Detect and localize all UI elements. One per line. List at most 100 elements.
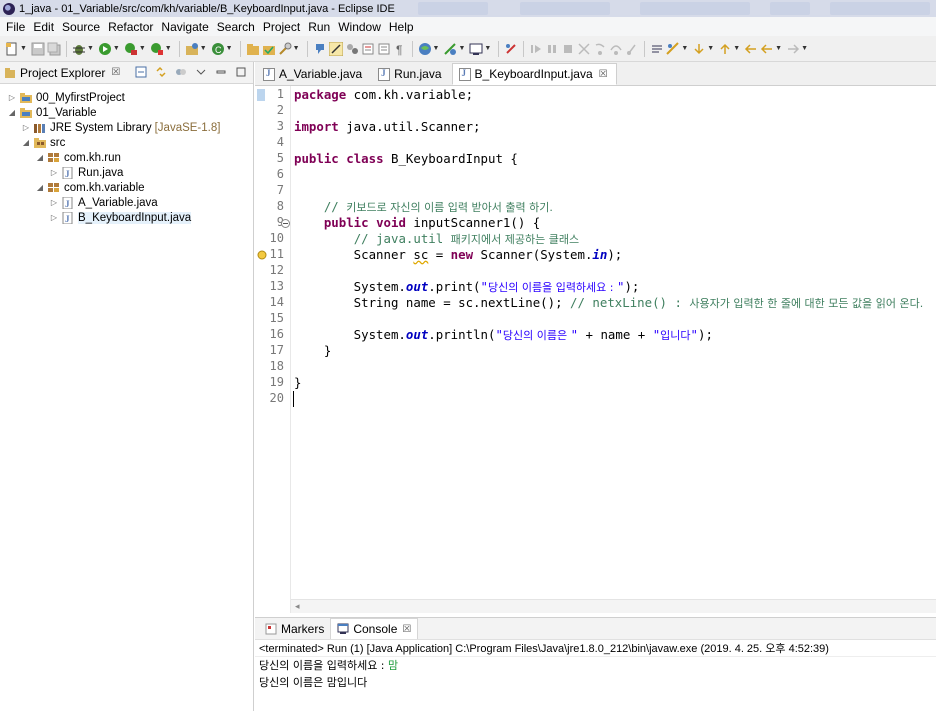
back-icon[interactable]: [760, 42, 774, 56]
next-annotation-dropdown-icon[interactable]: ▼: [707, 45, 714, 52]
code-line[interactable]: }: [294, 375, 301, 391]
view-menu-icon[interactable]: [195, 66, 207, 78]
skip-dropdown-icon[interactable]: ▼: [458, 45, 465, 52]
step-over-icon[interactable]: [609, 42, 623, 56]
menu-file[interactable]: File: [2, 20, 29, 34]
tree-item-01-variable[interactable]: ◢ 01_Variable: [8, 105, 97, 120]
browser-dropdown-icon[interactable]: ▼: [433, 45, 440, 52]
word-wrap-icon[interactable]: [377, 42, 391, 56]
quick-fix-dropdown-icon[interactable]: ▼: [681, 45, 688, 52]
next-annotation-icon[interactable]: [692, 42, 706, 56]
close-console-icon[interactable]: ☒: [402, 624, 411, 635]
menu-project[interactable]: Project: [259, 20, 304, 34]
terminate-icon[interactable]: [561, 42, 575, 56]
fold-toggle-icon[interactable]: [281, 217, 291, 229]
console-tab[interactable]: Console ☒: [330, 618, 419, 639]
editor-tab-b-keyboardinput[interactable]: B_KeyboardInput.java ☒: [451, 63, 617, 85]
toggle-comment-icon[interactable]: [650, 42, 664, 56]
code-line[interactable]: Scanner sc = new Scanner(System.in);: [294, 247, 623, 263]
code-line[interactable]: }: [294, 343, 331, 359]
search-icon[interactable]: [278, 42, 292, 56]
expand-arrow-icon[interactable]: ▷: [50, 168, 58, 177]
menu-source[interactable]: Source: [58, 20, 104, 34]
disconnect-debug-icon[interactable]: [577, 42, 591, 56]
open-task-icon[interactable]: [262, 42, 276, 56]
save-all-icon[interactable]: [47, 42, 61, 56]
editor-tab-run[interactable]: Run.java: [372, 63, 449, 85]
expand-arrow-icon[interactable]: ▷: [50, 198, 58, 207]
step-return-icon[interactable]: [625, 42, 639, 56]
expand-arrow-icon[interactable]: ▷: [22, 123, 30, 132]
coverage-icon[interactable]: [124, 42, 138, 56]
disconnect-icon[interactable]: [504, 42, 518, 56]
annotation-icon[interactable]: [313, 42, 327, 56]
close-view-icon[interactable]: ☒: [111, 67, 120, 78]
tree-item-src[interactable]: ◢ src: [22, 135, 65, 150]
resume-icon[interactable]: [529, 42, 543, 56]
close-tab-icon[interactable]: ☒: [599, 69, 608, 80]
minimize-icon[interactable]: [215, 66, 227, 78]
current-line-marker-icon[interactable]: [257, 89, 267, 101]
toggle-block-selection-icon[interactable]: [345, 42, 359, 56]
tree-item-00-myfirstproject[interactable]: ▷ 00_MyfirstProject: [8, 90, 125, 105]
expand-arrow-icon[interactable]: ▷: [50, 213, 58, 222]
console-display-dropdown-icon[interactable]: ▼: [484, 45, 491, 52]
maximize-icon[interactable]: [235, 66, 247, 78]
console-output-line[interactable]: 당신의 이름은 맘입니다: [255, 674, 936, 691]
code-line[interactable]: // java.util 패키지에서 제공하는 클래스: [294, 231, 579, 247]
save-icon[interactable]: [31, 42, 45, 56]
external-tools-dropdown-icon[interactable]: ▼: [165, 45, 172, 52]
project-explorer-tab[interactable]: Project Explorer: [20, 66, 105, 80]
collapse-arrow-icon[interactable]: ◢: [36, 183, 44, 192]
warning-marker-icon[interactable]: [257, 249, 267, 261]
tree-item-jre-system-library[interactable]: ▷ JRE System Library [JavaSE-1.8]: [22, 120, 221, 135]
new-class-icon[interactable]: C: [211, 42, 225, 56]
horizontal-scrollbar[interactable]: ◂: [291, 599, 936, 613]
toggle-mark-occurrences-icon[interactable]: [328, 41, 343, 56]
menu-window[interactable]: Window: [334, 20, 385, 34]
tree-item-com-kh-variable[interactable]: ◢ com.kh.variable: [36, 180, 145, 195]
new-project-dropdown-icon[interactable]: ▼: [200, 45, 207, 52]
tree-item-b-keyboardinput-java[interactable]: ▷ J B_KeyboardInput.java: [50, 210, 192, 225]
back-dropdown-icon[interactable]: ▼: [775, 45, 782, 52]
code-editor[interactable]: 1 2 3 4 5 6 7 8 9 10 11 12 13 14 15 16 17 18 19 20 package …: [255, 86, 936, 613]
menu-search[interactable]: Search: [213, 20, 259, 34]
markers-tab[interactable]: Markers: [259, 618, 330, 639]
menu-run[interactable]: Run: [304, 20, 334, 34]
code-line[interactable]: // 키보드로 자신의 이름 입력 받아서 출력 하기.: [294, 199, 553, 215]
code-line[interactable]: String name = sc.nextLine(); // netxLine…: [294, 295, 924, 311]
menu-navigate[interactable]: Navigate: [157, 20, 212, 34]
paragraph-icon[interactable]: ¶: [393, 42, 407, 56]
run-icon[interactable]: [98, 42, 112, 56]
code-line[interactable]: import java.util.Scanner;: [294, 119, 481, 135]
code-line[interactable]: System.out.print("당신의 이름을 입력하세요 : ");: [294, 279, 640, 295]
filters-icon[interactable]: [175, 66, 187, 78]
skip-breakpoints-icon[interactable]: [443, 42, 457, 56]
collapse-arrow-icon[interactable]: ◢: [36, 153, 44, 162]
debug-icon[interactable]: [72, 42, 86, 56]
scroll-left-icon[interactable]: ◂: [295, 601, 300, 612]
quick-fix-icon[interactable]: [666, 41, 680, 56]
new-java-project-icon[interactable]: [185, 42, 199, 56]
new-file-icon[interactable]: [5, 42, 19, 56]
menu-refactor[interactable]: Refactor: [104, 20, 157, 34]
code-line[interactable]: package com.kh.variable;: [294, 87, 473, 103]
console-display-icon[interactable]: [469, 42, 483, 56]
code-line[interactable]: public class B_KeyboardInput {: [294, 151, 518, 167]
console-output-line[interactable]: 당신의 이름을 입력하세요 : 맘: [255, 657, 936, 674]
forward-icon[interactable]: [786, 42, 800, 56]
coverage-dropdown-icon[interactable]: ▼: [139, 45, 146, 52]
previous-annotation-icon[interactable]: [718, 42, 732, 56]
menu-edit[interactable]: Edit: [29, 20, 58, 34]
new-class-dropdown-icon[interactable]: ▼: [226, 45, 233, 52]
last-edit-location-icon[interactable]: [744, 42, 758, 56]
tree-item-a-variable-java[interactable]: ▷ J A_Variable.java: [50, 195, 158, 210]
web-browser-icon[interactable]: [418, 42, 432, 56]
editor-tab-a-variable[interactable]: A_Variable.java: [257, 63, 370, 85]
open-type-icon[interactable]: [246, 42, 260, 56]
suspend-icon[interactable]: [545, 42, 559, 56]
tree-item-run-java[interactable]: ▷ J Run.java: [50, 165, 123, 180]
search-dropdown-icon[interactable]: ▼: [293, 45, 300, 52]
code-line[interactable]: public void inputScanner1() {: [294, 215, 540, 231]
new-dropdown-icon[interactable]: ▼: [20, 45, 27, 52]
